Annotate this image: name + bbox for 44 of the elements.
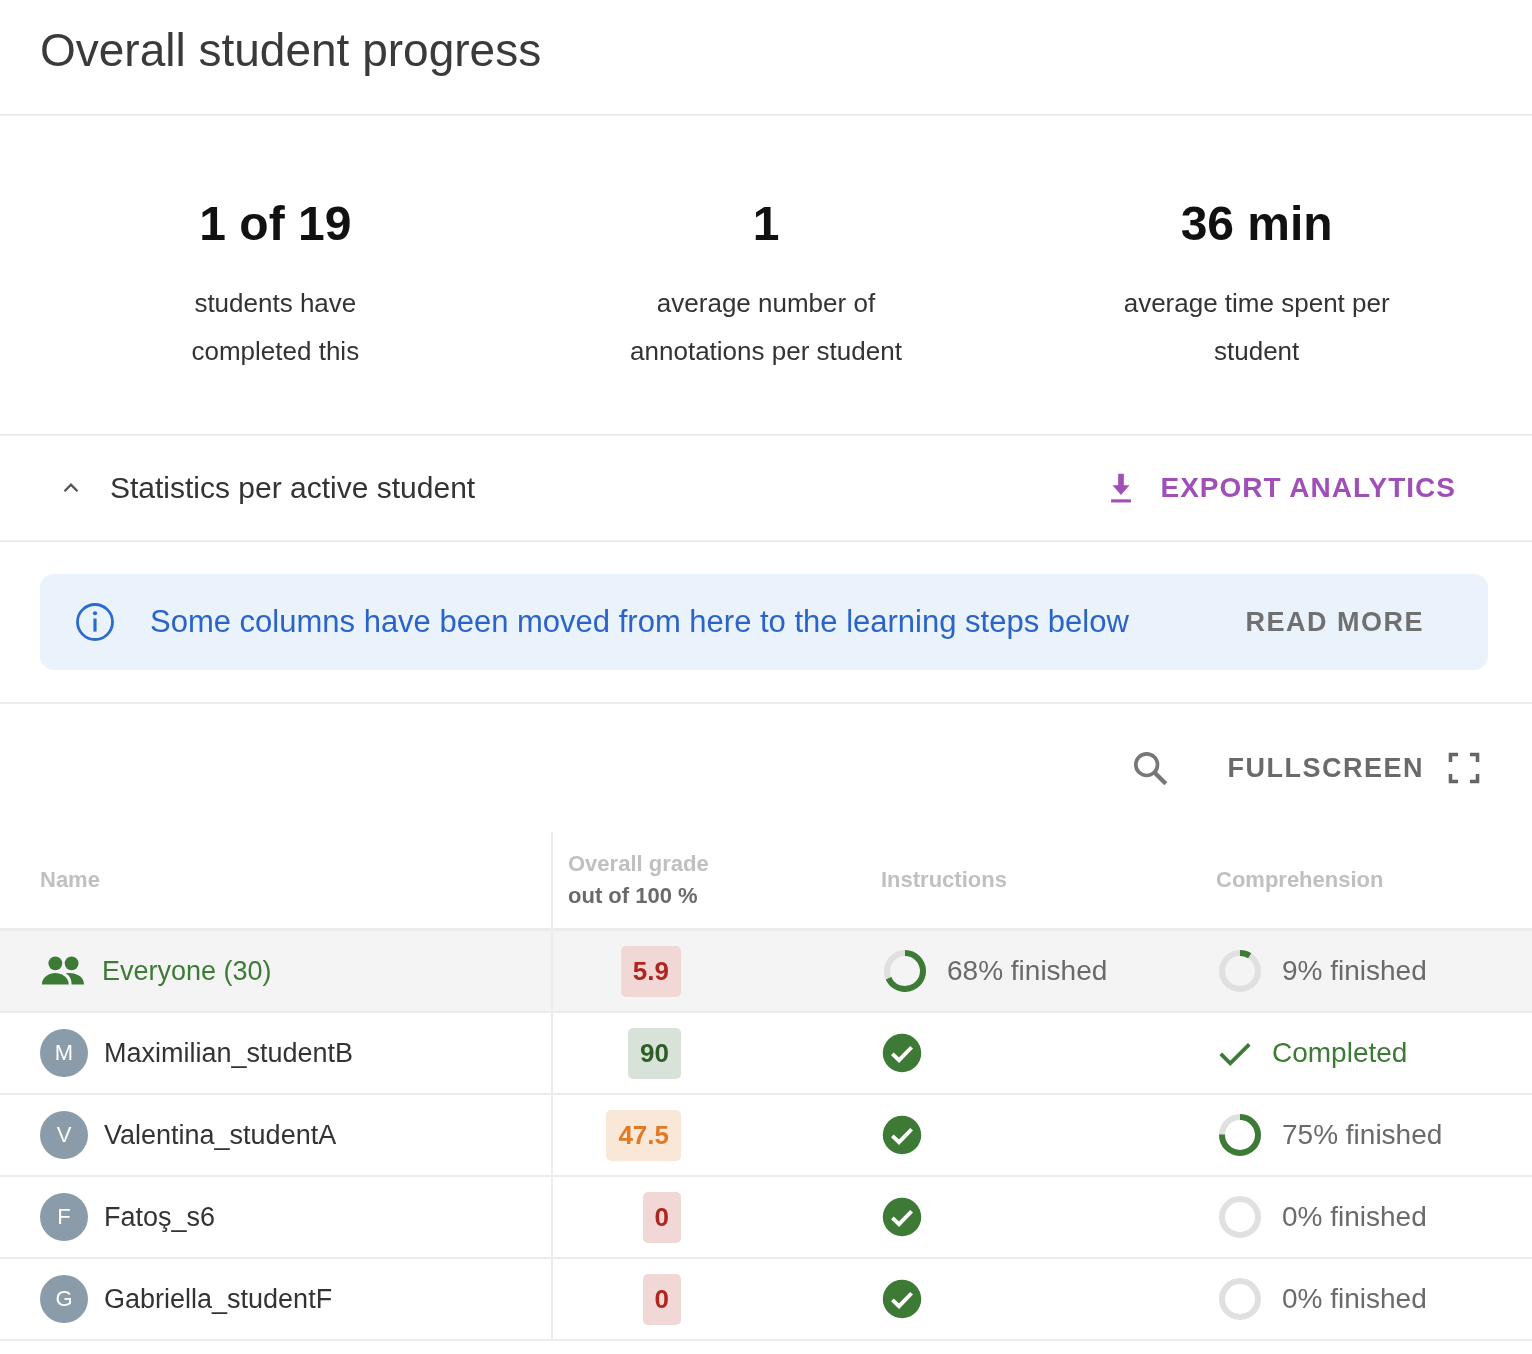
grade-value: 5.9 — [620, 945, 681, 997]
grade-value: 0 — [642, 1191, 681, 1243]
progress-ring — [1216, 1275, 1264, 1323]
avatar: G — [40, 1275, 88, 1323]
completed-status: Completed — [1272, 1037, 1408, 1069]
read-more-button[interactable]: READ MORE — [1245, 606, 1424, 638]
page-title: Overall student progress — [40, 23, 542, 77]
student-name[interactable]: Maximilian_studentB — [104, 1037, 354, 1069]
progress-text: 75% finished — [1282, 1119, 1443, 1151]
stat-value: 36 min — [1179, 195, 1334, 251]
stat-label: students have completed this — [190, 286, 361, 368]
progress-ring — [1216, 947, 1264, 995]
progress-text: 68% finished — [947, 955, 1108, 987]
check-circle-icon — [881, 1278, 923, 1320]
avatar: V — [40, 1111, 88, 1159]
stat-value: 1 of 19 — [198, 195, 353, 251]
group-name[interactable]: Everyone (30) — [102, 955, 272, 987]
info-icon — [74, 601, 116, 643]
check-circle-icon — [881, 1032, 923, 1074]
avatar: M — [40, 1029, 88, 1077]
grade-value: 90 — [628, 1027, 681, 1079]
progress-text: 0% finished — [1282, 1201, 1427, 1233]
fullscreen-icon — [1446, 750, 1482, 786]
stat-label: average time spent per student — [1122, 286, 1391, 368]
grade-value: 0 — [642, 1273, 681, 1325]
progress-ring — [1216, 1111, 1264, 1159]
section-toggle[interactable]: Statistics per active student — [58, 471, 476, 505]
export-button[interactable]: EXPORT ANALYTICS — [1104, 471, 1456, 505]
grade-value: 47.5 — [606, 1109, 681, 1161]
student-name[interactable]: Valentina_studentA — [104, 1119, 337, 1151]
banner-message: Some columns have been moved from here to the learning steps below — [150, 604, 1130, 640]
fullscreen-button[interactable]: FULLSCREEN — [1227, 750, 1482, 786]
avatar: F — [40, 1193, 88, 1241]
student-name[interactable]: Fatoş_s6 — [104, 1201, 216, 1233]
progress-ring — [1216, 1193, 1264, 1241]
student-name[interactable]: Gabriella_studentF — [104, 1283, 333, 1315]
column-subheader: out of 100 % — [568, 883, 699, 909]
progress-text: 9% finished — [1282, 955, 1427, 987]
check-circle-icon — [881, 1114, 923, 1156]
progress-ring — [881, 947, 929, 995]
stat-label: average number of annotations per student — [629, 286, 903, 368]
check-circle-icon — [881, 1196, 923, 1238]
progress-text: 0% finished — [1282, 1283, 1427, 1315]
stat-value: 1 — [751, 195, 781, 251]
